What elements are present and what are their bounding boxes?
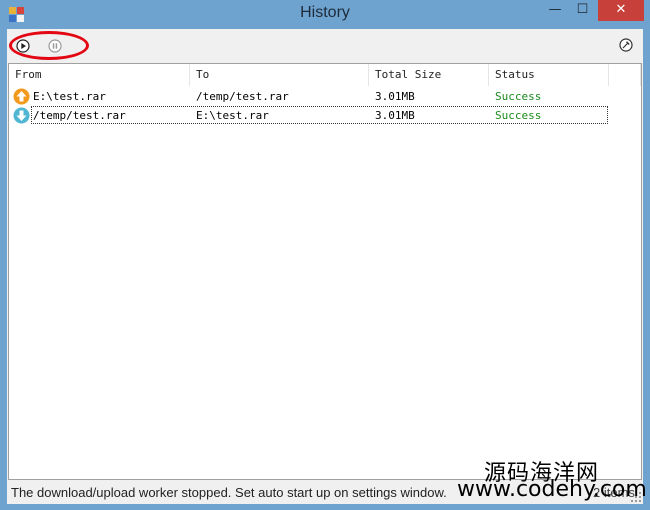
watermark-url: www.codehy.com (457, 477, 647, 502)
cell-to: /temp/test.rar (196, 90, 289, 103)
history-list[interactable]: From To Total Size Status E:\test.rar /t… (8, 63, 642, 480)
status-message: The download/upload worker stopped. Set … (11, 485, 447, 500)
toolbar (7, 29, 643, 62)
client-area: From To Total Size Status E:\test.rar /t… (7, 29, 643, 504)
cell-status: Success (495, 109, 542, 122)
download-arrow-icon (13, 107, 30, 124)
cell-size: 3.01MB (375, 109, 415, 122)
cell-to: E:\test.rar (196, 109, 269, 122)
table-row[interactable]: E:\test.rar /temp/test.rar 3.01MB Succes… (9, 87, 611, 106)
column-header-to[interactable]: To (190, 64, 369, 86)
column-header-from[interactable]: From (9, 64, 190, 86)
table-row[interactable]: /temp/test.rar E:\test.rar 3.01MB Succes… (9, 106, 611, 125)
column-header-status[interactable]: Status (489, 64, 609, 86)
history-window: History — ☐ ✕ From To Total Size Status … (0, 0, 650, 510)
upload-arrow-icon (13, 88, 30, 105)
close-button[interactable]: ✕ (598, 0, 644, 21)
highlight-annotation (9, 31, 89, 60)
cell-from: /temp/test.rar (33, 109, 126, 122)
cell-status: Success (495, 90, 542, 103)
maximize-button[interactable]: ☐ (569, 0, 596, 21)
cell-size: 3.01MB (375, 90, 415, 103)
cell-from: E:\test.rar (33, 90, 106, 103)
title-bar[interactable]: History — ☐ ✕ (0, 0, 650, 29)
clear-history-icon[interactable] (619, 38, 633, 52)
minimize-button[interactable]: — (542, 0, 568, 21)
column-header-filler (609, 64, 641, 86)
column-header-total-size[interactable]: Total Size (369, 64, 489, 86)
